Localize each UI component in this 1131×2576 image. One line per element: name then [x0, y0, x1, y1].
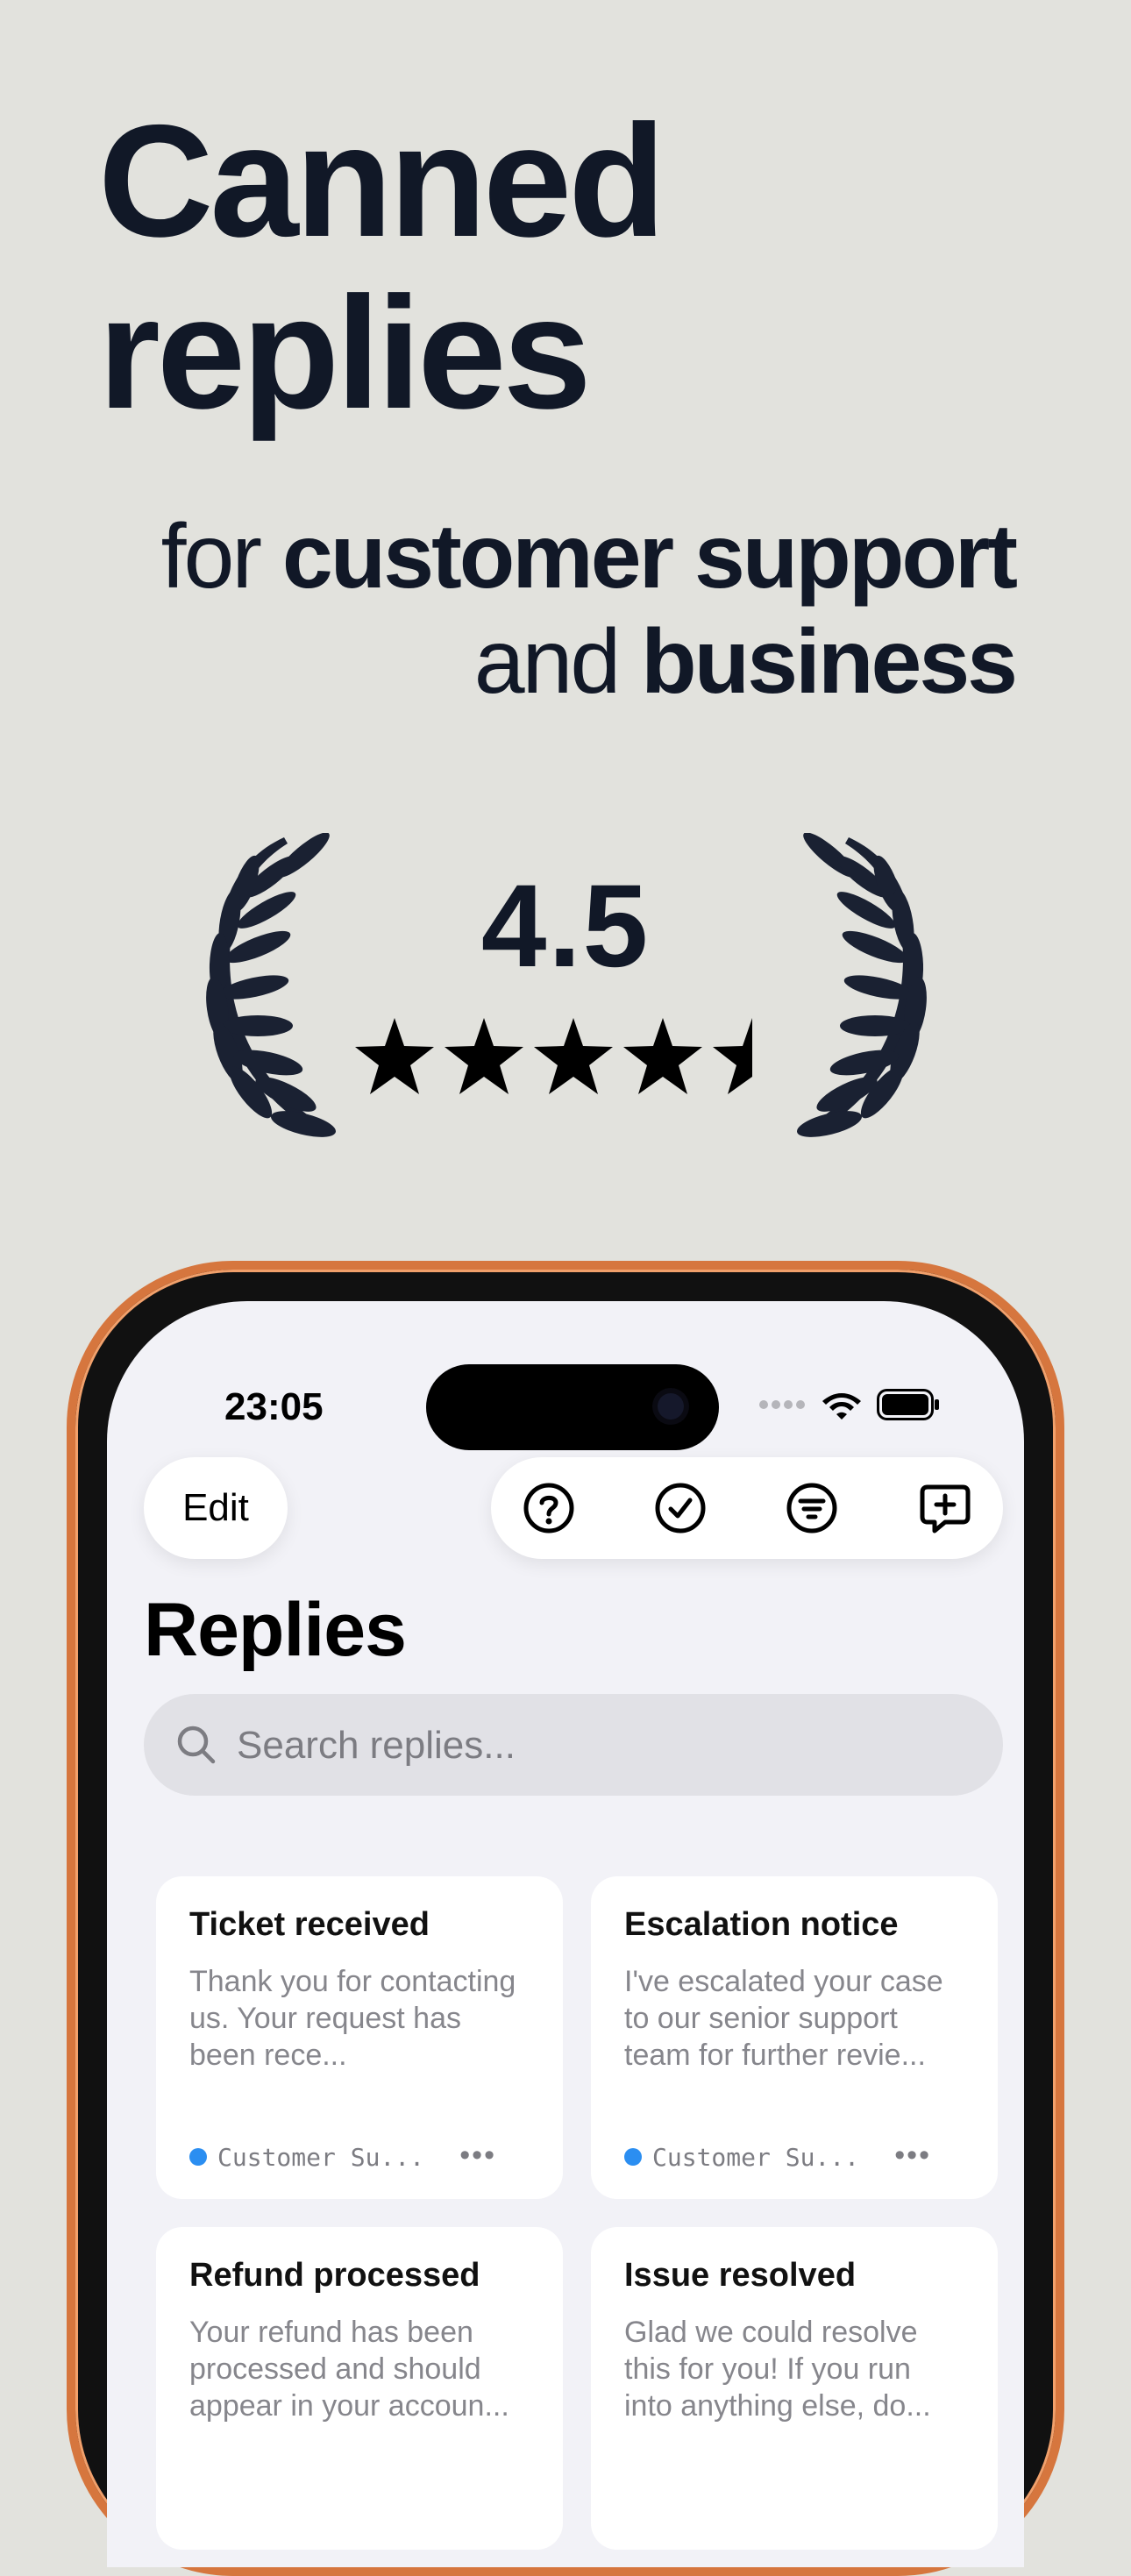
rating-value: 4.5: [480, 861, 651, 992]
headline-line-2: replies: [98, 263, 592, 442]
tagline-line-1: for customer support: [160, 504, 1018, 609]
reply-card[interactable]: Ticket received Thank you for contacting…: [156, 1876, 563, 2199]
star-icon: [534, 1018, 613, 1094]
tagline-strong-2: business: [641, 611, 1018, 713]
star-rating: [355, 1018, 752, 1094]
search-bar[interactable]: [144, 1694, 1003, 1797]
headline-line-1: Canned: [98, 91, 665, 270]
camera-icon: [658, 1393, 684, 1420]
tagline-mid: and: [473, 611, 622, 713]
star-icon: [445, 1018, 523, 1094]
card-category: Customer Su...: [652, 2142, 860, 2172]
card-category: Customer Su...: [217, 2142, 425, 2172]
reply-card[interactable]: Issue resolved Glad we could resolve thi…: [591, 2227, 998, 2550]
card-title: Escalation notice: [624, 1906, 899, 1943]
card-title: Ticket received: [189, 1906, 430, 1943]
card-body: I've escalated your case to our senior s…: [624, 1965, 943, 2072]
tagline: for customer support and business: [160, 504, 1018, 715]
card-footer: Customer Su... •••: [624, 2139, 964, 2174]
toolbar: [491, 1457, 1003, 1559]
more-icon[interactable]: •••: [459, 2140, 496, 2170]
filter-icon[interactable]: [786, 1482, 838, 1534]
card-footer: Customer Su... •••: [189, 2139, 530, 2174]
category-dot: [624, 2148, 642, 2166]
tagline-line-2: and business: [161, 609, 1018, 715]
card-body: Thank you for contacting us. Your reques…: [189, 1965, 516, 2072]
card-title: Issue resolved: [624, 2257, 857, 2294]
star-icon: [623, 1018, 702, 1094]
star-icon: [355, 1018, 434, 1094]
dynamic-island: [426, 1364, 719, 1450]
tagline-pre: for: [160, 506, 262, 608]
new-reply-icon[interactable]: [919, 1482, 971, 1534]
signal-icon: [759, 1400, 805, 1409]
search-input[interactable]: [235, 1694, 975, 1797]
page-title: Replies: [144, 1588, 407, 1672]
card-body: Glad we could resolve this for you! If y…: [624, 2316, 931, 2423]
rating-badge: 4.5: [0, 833, 1131, 1166]
edit-button[interactable]: Edit: [144, 1457, 288, 1559]
wifi-icon: [822, 1393, 861, 1420]
more-icon[interactable]: •••: [894, 2140, 931, 2170]
reply-card[interactable]: Refund processed Your refund has been pr…: [156, 2227, 563, 2550]
reply-card[interactable]: Escalation notice I've escalated your ca…: [591, 1876, 998, 2199]
star-half-icon: [713, 1018, 752, 1094]
battery-icon: [877, 1389, 939, 1420]
phone-screen: 23:05 Edit Replies Ticket received Thank…: [107, 1301, 1024, 2567]
headline: Canned replies: [98, 91, 665, 442]
tagline-strong-1: customer support: [281, 506, 1018, 608]
card-title: Refund processed: [189, 2257, 480, 2294]
phone-mockup: 23:05 Edit Replies Ticket received Thank…: [67, 1261, 1064, 2576]
category-dot: [189, 2148, 207, 2166]
status-time: 23:05: [224, 1385, 324, 1428]
checkmark-icon[interactable]: [654, 1482, 707, 1534]
status-icons: [759, 1389, 940, 1420]
card-body: Your refund has been processed and shoul…: [189, 2316, 509, 2423]
help-icon[interactable]: [523, 1482, 575, 1534]
search-icon: [177, 1726, 216, 1764]
